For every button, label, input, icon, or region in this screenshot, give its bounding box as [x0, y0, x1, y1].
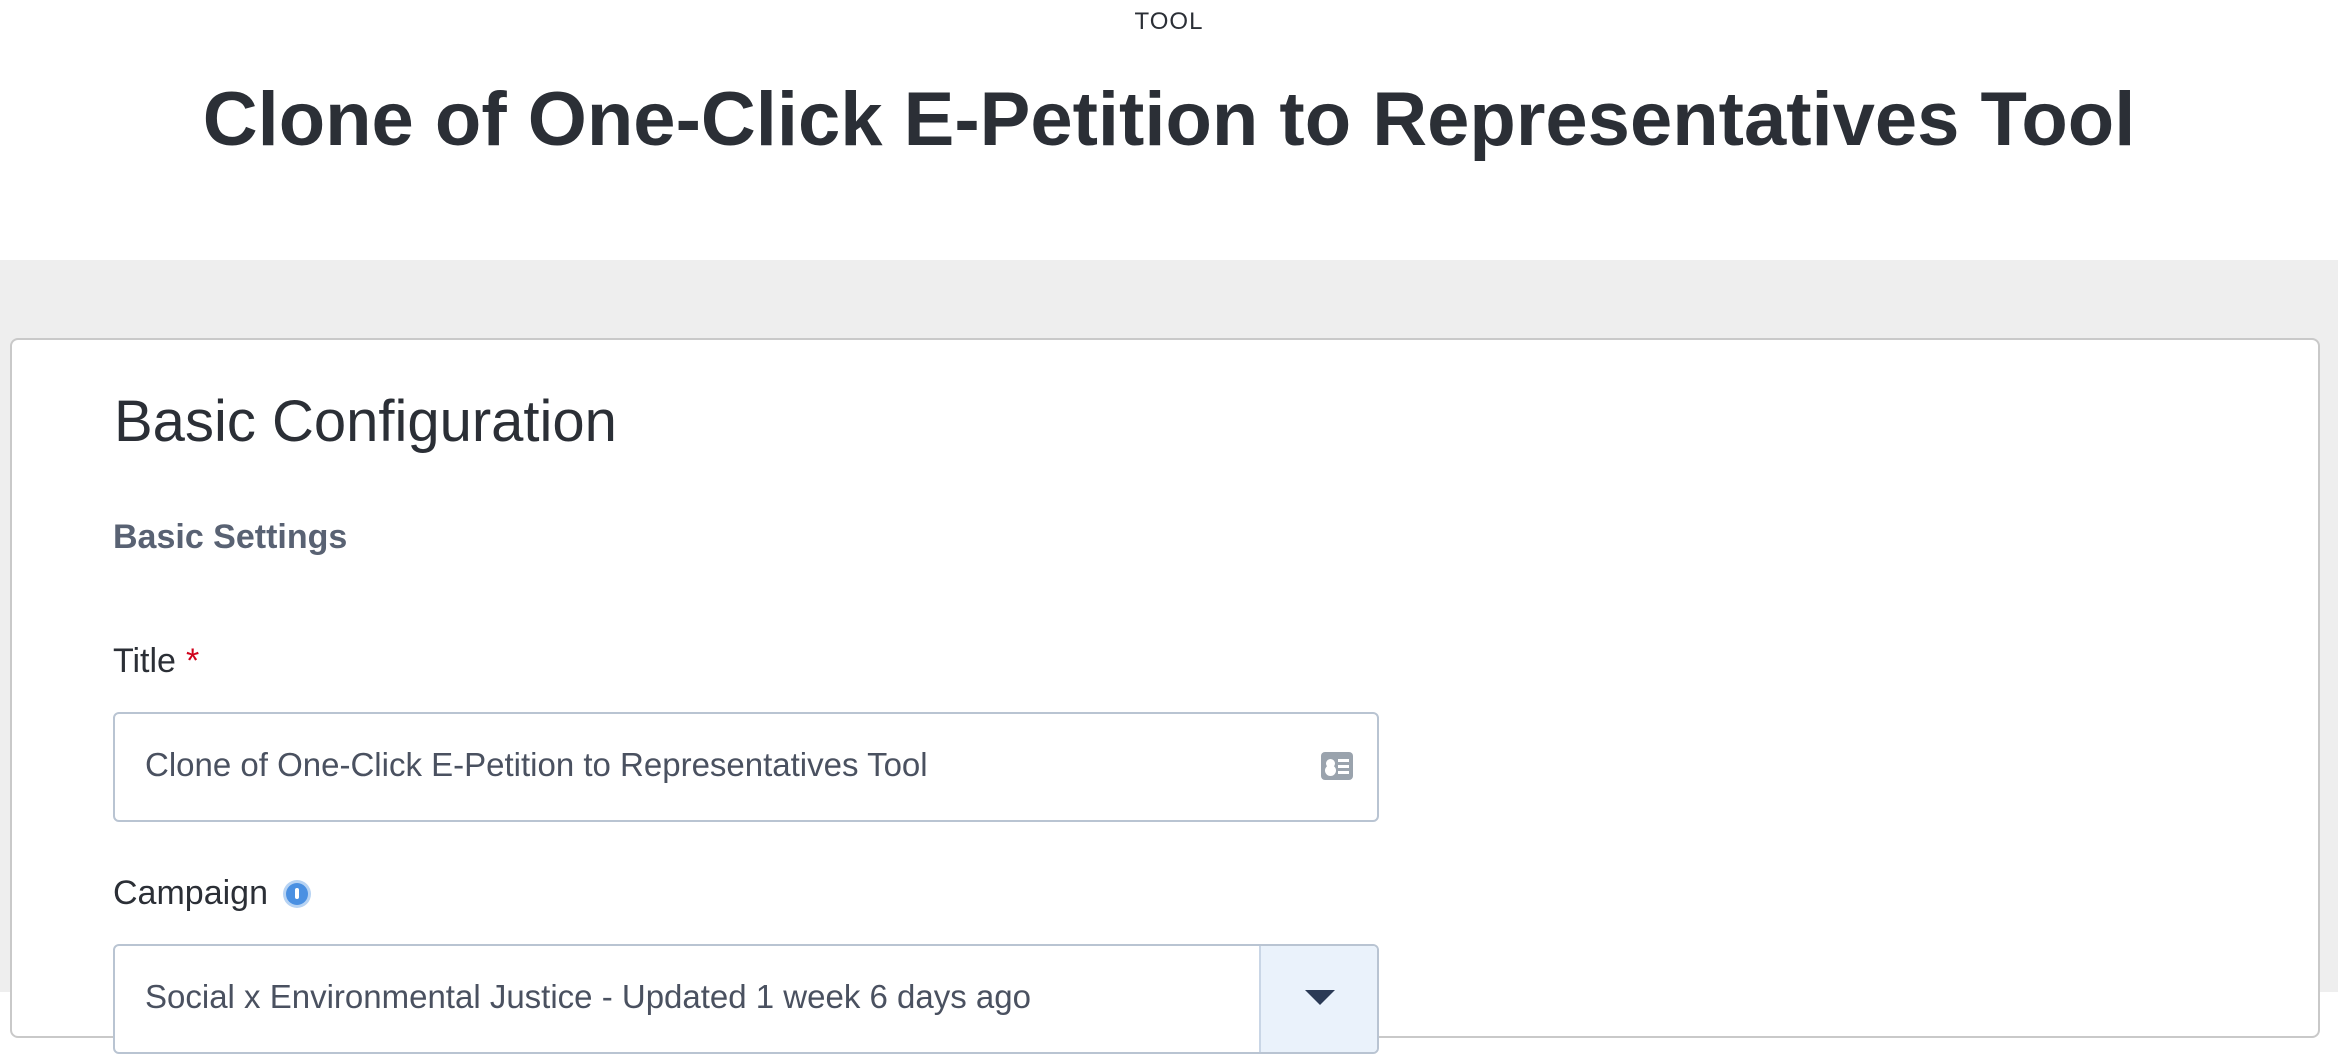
- campaign-label-text: Campaign: [113, 874, 268, 912]
- title-input-value[interactable]: Clone of One-Click E-Petition to Represe…: [145, 746, 928, 784]
- campaign-select[interactable]: Social x Environmental Justice - Updated…: [113, 944, 1379, 1054]
- title-label-text: Title: [113, 642, 176, 680]
- contact-card-icon[interactable]: [1321, 752, 1353, 780]
- page-title: Clone of One-Click E-Petition to Represe…: [202, 77, 2136, 162]
- campaign-select-value[interactable]: Social x Environmental Justice - Updated…: [145, 978, 1031, 1016]
- section-heading: Basic Configuration: [114, 389, 617, 454]
- info-icon[interactable]: [285, 882, 308, 905]
- configuration-card: Basic Configuration Basic Settings Title…: [10, 338, 2320, 1054]
- page-header: TOOL Clone of One-Click E-Petition to Re…: [0, 0, 2338, 260]
- campaign-dropdown-button[interactable]: [1259, 946, 1377, 1052]
- subsection-heading: Basic Settings: [113, 518, 348, 556]
- campaign-field-label: Campaign: [113, 874, 308, 913]
- title-field-label: Title *: [113, 642, 199, 681]
- page-eyebrow: TOOL: [1134, 8, 1204, 35]
- title-input[interactable]: Clone of One-Click E-Petition to Represe…: [113, 712, 1379, 822]
- required-marker: *: [185, 642, 200, 680]
- chevron-down-icon: [1305, 990, 1335, 1005]
